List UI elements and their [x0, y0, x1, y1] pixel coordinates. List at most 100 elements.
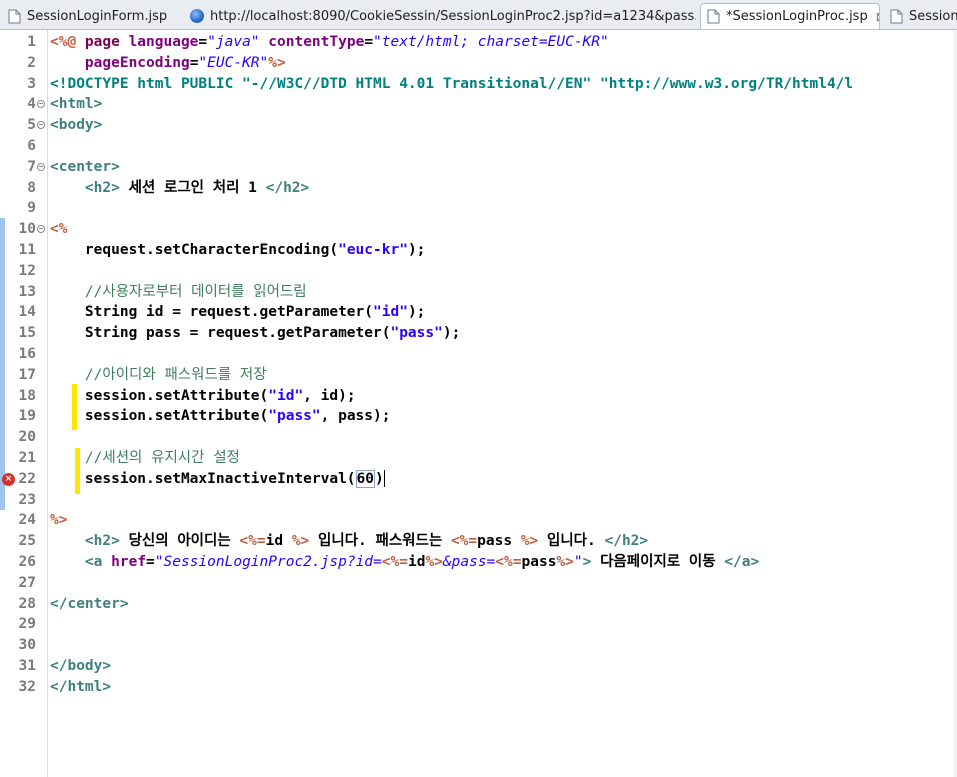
fold-toggle-icon[interactable]: − [37, 121, 45, 130]
line-number: 19 [18, 408, 36, 425]
code-line[interactable]: 24 %> [0, 510, 957, 531]
code-line[interactable]: 5− <body> [0, 115, 957, 136]
code-line[interactable]: 17 //아이디와 패스워드를 저장 [0, 365, 957, 386]
code-text: </center> [50, 594, 129, 615]
code-text: <% [50, 219, 67, 240]
code-line[interactable]: 3 <!DOCTYPE html PUBLIC "-//W3C//DTD HTML… [0, 74, 957, 95]
code-line[interactable]: 21 //세션의 유지시간 설정 [0, 448, 957, 469]
code-token: &pass= [442, 554, 496, 570]
code-token: , pass); [320, 408, 391, 425]
code-line[interactable]: 25 <h2> 당신의 아이디는 <%=id %> 입니다. 패스워드는 <%=… [0, 531, 957, 552]
tab-session-l[interactable]: SessionL [884, 3, 957, 29]
line-number: 23 [18, 491, 36, 508]
code-token: contentType [268, 34, 365, 50]
tab-session-login-proc[interactable]: *SessionLoginProc.jsp ⊠ [700, 3, 880, 29]
line-number: 30 [18, 637, 36, 654]
code-text: </html> [50, 677, 111, 698]
text-caret [383, 470, 385, 488]
code-line[interactable]: 1 <%@ page language="java" contentType="t… [0, 32, 957, 53]
code-token: ); [442, 325, 461, 342]
code-line[interactable]: 10− <% [0, 219, 957, 240]
code-line[interactable]: 11 request.setCharacterEncoding("euc-kr"… [0, 240, 957, 261]
editor-tab-bar: SessionLoginForm.jsp http://localhost:80… [0, 0, 957, 30]
line-number: 1 [27, 34, 36, 50]
code-line[interactable]: 18 session.setAttribute("id", id); [0, 386, 957, 407]
line-number: 25 [18, 533, 36, 550]
code-line[interactable]: 4− <html> [0, 94, 957, 115]
code-token: , id); [303, 387, 356, 404]
code-line[interactable]: 28 </center> [0, 594, 957, 615]
code-line[interactable]: 16 [0, 344, 957, 365]
code-line[interactable]: 31 </body> [0, 656, 957, 677]
code-token: //사용자로부터 데이터를 읽어드림 [84, 283, 307, 300]
tab-label: SessionL [909, 8, 957, 24]
tab-browser-proc2[interactable]: http://localhost:8090/CookieSessin/Sessi… [184, 3, 696, 29]
code-line[interactable]: 20 [0, 427, 957, 448]
code-line[interactable]: 23 [0, 490, 957, 511]
code-token: 세션 로그인 처리 1 [119, 179, 266, 196]
tab-session-login-form[interactable]: SessionLoginForm.jsp [2, 3, 182, 29]
code-token: id [407, 554, 426, 570]
code-line[interactable]: 29 [0, 614, 957, 635]
code-line[interactable]: 14 String id = request.getParameter("id"… [0, 302, 957, 323]
code-line[interactable]: 13 //사용자로부터 데이터를 읽어드림 [0, 282, 957, 303]
code-token: <%= [239, 533, 266, 550]
code-token: ) [375, 470, 384, 487]
line-number: 31 [18, 658, 36, 674]
code-text: <!DOCTYPE html PUBLIC "-//W3C//DTD HTML … [50, 74, 853, 95]
line-number: 28 [18, 595, 36, 612]
close-icon[interactable]: ⊠ [876, 10, 879, 24]
code-text: request.setCharacterEncoding("euc-kr"); [50, 240, 426, 261]
code-token: <a [84, 554, 112, 570]
fold-toggle-icon[interactable]: − [37, 162, 45, 171]
line-number: 24 [18, 512, 36, 529]
code-line[interactable]: 26 <a href="SessionLoginProc2.jsp?id=<%=… [0, 552, 957, 573]
globe-icon [190, 9, 204, 23]
highlight-marker [75, 448, 80, 494]
code-editor[interactable]: 1 <%@ page language="java" contentType="t… [0, 30, 957, 777]
line-number: 26 [18, 554, 36, 570]
code-text: <html> [50, 94, 102, 115]
code-line[interactable]: 19 session.setAttribute("pass", pass); [0, 406, 957, 427]
code-text: String id = request.getParameter("id"); [50, 302, 426, 323]
code-token: = [198, 34, 208, 50]
line-number: 3 [27, 75, 36, 92]
code-token: </body> [50, 658, 112, 674]
code-line[interactable]: 27 [0, 573, 957, 594]
code-line[interactable]: 9 [0, 198, 957, 219]
code-token: 입니다. [538, 533, 605, 550]
code-line[interactable]: 2 pageEncoding="EUC-KR"%> [0, 53, 957, 74]
code-text: <h2> 세션 로그인 처리 1 </h2> [50, 178, 309, 199]
code-token: pageEncoding [84, 54, 190, 71]
code-token: String id = request.getParameter( [50, 304, 374, 321]
code-token: 다음페이지로 이동 [591, 554, 725, 570]
line-number: 15 [18, 325, 36, 342]
code-token: %> [425, 554, 443, 570]
code-token: //아이디와 패스워드를 저장 [84, 366, 267, 383]
line-number: 10 [18, 221, 36, 238]
code-line[interactable]: 32 </html> [0, 677, 957, 698]
code-token: "java" [207, 34, 260, 50]
code-line[interactable]: 15 String pass = request.getParameter("p… [0, 323, 957, 344]
code-line[interactable]: 6 [0, 136, 957, 157]
code-token: "EUC-KR" [198, 54, 269, 71]
code-line[interactable]: 12 [0, 261, 957, 282]
code-token: = [364, 34, 374, 50]
code-line[interactable]: 22 × session.setMaxInactiveInterval(60) [0, 469, 957, 490]
code-line[interactable]: 30 [0, 635, 957, 656]
fold-toggle-icon[interactable]: − [37, 100, 45, 109]
code-text: <h2> 당신의 아이디는 <%=id %> 입니다. 패스워드는 <%=pas… [50, 531, 648, 552]
line-number: 13 [18, 283, 36, 300]
code-text: session.setAttribute("id", id); [50, 386, 356, 407]
fold-toggle-icon[interactable]: − [37, 225, 45, 234]
code-line[interactable]: 8 <h2> 세션 로그인 처리 1 </h2> [0, 178, 957, 199]
code-token: </html> [50, 678, 112, 695]
error-marker-icon[interactable]: × [2, 472, 15, 486]
tab-label: SessionLoginForm.jsp [27, 8, 168, 24]
code-token: 당신의 아이디는 [119, 533, 240, 550]
code-token: </center> [50, 595, 129, 612]
code-line[interactable]: 7− <center> [0, 157, 957, 178]
